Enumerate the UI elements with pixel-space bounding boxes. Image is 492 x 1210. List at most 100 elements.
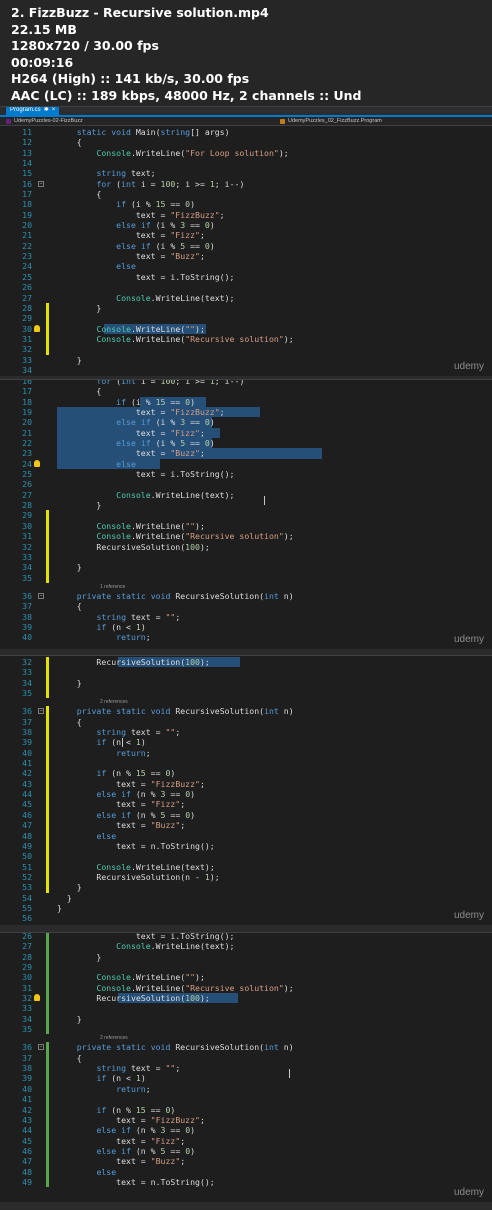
- collapse-icon[interactable]: −: [38, 708, 44, 715]
- code-line[interactable]: 34: [0, 365, 492, 375]
- lightbulb-icon[interactable]: [34, 459, 40, 467]
- code-line[interactable]: 38 string text = "";: [0, 612, 492, 622]
- code-line[interactable]: 23 text = "Buzz";: [0, 448, 492, 459]
- code-line[interactable]: 38 string text = "";: [0, 1063, 492, 1074]
- code-line[interactable]: 19 text = "FizzBuzz";: [0, 407, 492, 418]
- code-line[interactable]: 37 {: [0, 1052, 492, 1064]
- code-line[interactable]: 25 text = i.ToString();: [0, 272, 492, 282]
- code-line[interactable]: 27 Console.WriteLine(text);: [0, 293, 492, 303]
- code-line[interactable]: 25 text = i.ToString();: [0, 469, 492, 479]
- code-line[interactable]: 47 text = "Buzz";: [0, 820, 492, 831]
- code-area[interactable]: 26 text = i.ToString(); 27 Console.WriteL…: [0, 933, 492, 1188]
- code-line[interactable]: 45 text = "Fizz";: [0, 1135, 492, 1146]
- tab-program-cs[interactable]: Program.cs ✱ ×: [6, 107, 60, 115]
- codelens-references[interactable]: 1 reference: [100, 583, 125, 591]
- collapse-icon[interactable]: −: [38, 180, 44, 187]
- code-line[interactable]: 29: [0, 962, 492, 973]
- code-line[interactable]: 16− for (int i = 100; i >= 1; i--): [0, 179, 492, 189]
- code-line[interactable]: 30 Console.WriteLine("");: [0, 972, 492, 983]
- code-line[interactable]: 43 text = "FizzBuzz";: [0, 1114, 492, 1126]
- close-icon[interactable]: ×: [52, 107, 56, 115]
- code-line[interactable]: 14: [0, 158, 492, 168]
- code-line[interactable]: 38 string text = "";: [0, 727, 492, 738]
- code-line[interactable]: 39 if (n < 1): [0, 737, 492, 748]
- collapse-icon[interactable]: −: [38, 592, 44, 599]
- code-line[interactable]: 32 RecursiveSolution(100);: [0, 993, 492, 1004]
- code-line[interactable]: 26: [0, 479, 492, 489]
- code-line[interactable]: 0 references: [0, 375, 492, 376]
- code-area[interactable]: 32 RecursiveSolution(100); 33 34 } 35 2 refe…: [0, 657, 492, 924]
- codelens-references[interactable]: 0 references: [100, 375, 128, 376]
- code-line[interactable]: 41: [0, 1094, 492, 1105]
- code-line[interactable]: 52 RecursiveSolution(n - 1);: [0, 871, 492, 883]
- code-line[interactable]: 55}: [0, 903, 492, 913]
- code-line[interactable]: 31 Console.WriteLine("Recursive solution…: [0, 531, 492, 542]
- code-line[interactable]: 21 text = "Fizz";: [0, 427, 492, 439]
- lightbulb-icon[interactable]: [34, 324, 40, 332]
- code-line[interactable]: 36− private static void RecursiveSolutio…: [0, 1042, 492, 1053]
- tab-pin-icon[interactable]: ✱: [44, 107, 49, 115]
- code-line[interactable]: 51 Console.WriteLine(text);: [0, 861, 492, 872]
- code-line[interactable]: 33: [0, 667, 492, 678]
- code-line[interactable]: 30 Console.WriteLine("");: [0, 520, 492, 532]
- code-line[interactable]: 17 {: [0, 386, 492, 396]
- code-line[interactable]: 53 }: [0, 882, 492, 893]
- code-line[interactable]: 34 }: [0, 1013, 492, 1025]
- code-line[interactable]: 35: [0, 1024, 492, 1035]
- code-line[interactable]: 42 if (n % 15 == 0): [0, 768, 492, 779]
- code-line[interactable]: 48 else: [0, 1166, 492, 1177]
- code-line[interactable]: 21 text = "Fizz";: [0, 230, 492, 240]
- code-line[interactable]: 27 Console.WriteLine(text);: [0, 490, 492, 500]
- project-dropdown[interactable]: UdemyPuzzles-02-FizzBuzz: [0, 118, 280, 124]
- code-line[interactable]: 19 text = "FizzBuzz";: [0, 210, 492, 220]
- code-line[interactable]: 26 text = i.ToString();: [0, 933, 492, 942]
- code-area[interactable]: 16 for (int i = 100; i >= 1; i--) 17 {18 …: [0, 380, 492, 643]
- code-line[interactable]: 32: [0, 344, 492, 355]
- code-line[interactable]: 49 text = n.ToString();: [0, 840, 492, 852]
- lightbulb-icon[interactable]: [34, 994, 40, 1002]
- code-line[interactable]: 33: [0, 551, 492, 563]
- code-line[interactable]: 29: [0, 510, 492, 521]
- code-line[interactable]: 46 else if (n % 5 == 0): [0, 1145, 492, 1157]
- code-line[interactable]: 56: [0, 913, 492, 923]
- code-line[interactable]: 20 else if (i % 3 == 0): [0, 220, 492, 230]
- code-line[interactable]: 17 {: [0, 189, 492, 199]
- code-line[interactable]: 20 else if (i % 3 == 0): [0, 417, 492, 428]
- codelens-references[interactable]: 2 references: [100, 698, 128, 706]
- code-line[interactable]: 18 if (i % 15 == 0): [0, 396, 492, 408]
- code-line[interactable]: 44 else if (n % 3 == 0): [0, 789, 492, 800]
- code-line[interactable]: 16 for (int i = 100; i >= 1; i--): [0, 380, 492, 386]
- collapse-icon[interactable]: −: [38, 1044, 44, 1051]
- code-line[interactable]: 48 else: [0, 830, 492, 841]
- code-line[interactable]: 32 RecursiveSolution(100);: [0, 657, 492, 668]
- code-line[interactable]: 41: [0, 758, 492, 769]
- code-line[interactable]: 46 else if (n % 5 == 0): [0, 809, 492, 821]
- code-line[interactable]: 28 }: [0, 951, 492, 963]
- code-line[interactable]: 24 else: [0, 458, 492, 470]
- code-line[interactable]: 33 }: [0, 355, 492, 365]
- code-line[interactable]: 28 }: [0, 500, 492, 510]
- code-line[interactable]: 45 text = "Fizz";: [0, 799, 492, 810]
- code-line[interactable]: 22 else if (i % 5 == 0): [0, 438, 492, 449]
- code-line[interactable]: 44 else if (n % 3 == 0): [0, 1125, 492, 1136]
- code-line[interactable]: 42 if (n % 15 == 0): [0, 1104, 492, 1115]
- code-line[interactable]: 28 }: [0, 302, 492, 314]
- class-dropdown[interactable]: UdemyPuzzles_02_FizzBuzz.Program: [280, 118, 492, 124]
- code-line[interactable]: 24 else: [0, 261, 492, 271]
- code-line[interactable]: 40 return;: [0, 747, 492, 759]
- code-line[interactable]: 47 text = "Buzz";: [0, 1156, 492, 1167]
- code-line[interactable]: 18 if (i % 15 == 0): [0, 199, 492, 209]
- code-line[interactable]: 54 }: [0, 893, 492, 903]
- code-line[interactable]: 27 Console.WriteLine(text);: [0, 941, 492, 952]
- code-line[interactable]: 37 {: [0, 716, 492, 728]
- code-line[interactable]: 39 if (n < 1): [0, 622, 492, 632]
- code-line[interactable]: 12 {: [0, 137, 492, 147]
- code-line[interactable]: 13 Console.WriteLine("For Loop solution"…: [0, 148, 492, 158]
- codelens-references[interactable]: 2 references: [100, 1034, 128, 1042]
- code-line[interactable]: 33: [0, 1003, 492, 1014]
- code-line[interactable]: 34 }: [0, 562, 492, 573]
- code-line[interactable]: 50: [0, 851, 492, 862]
- code-line[interactable]: 29: [0, 313, 492, 324]
- code-line[interactable]: 2 references: [0, 698, 492, 706]
- code-area[interactable]: 11 static void Main(string[] args) 12 {13…: [0, 127, 492, 376]
